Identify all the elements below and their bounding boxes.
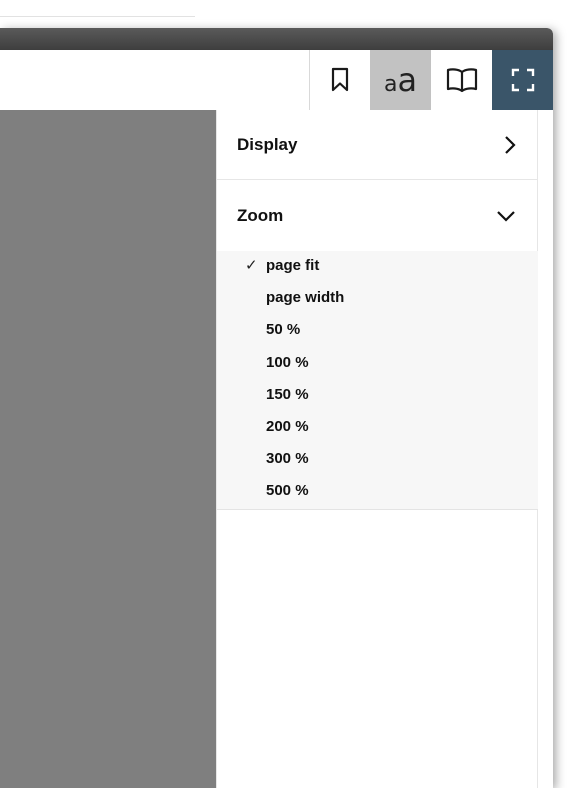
zoom-option-label: 500 % xyxy=(266,482,309,500)
display-section-header[interactable]: Display xyxy=(217,110,538,180)
zoom-section-header[interactable]: Zoom xyxy=(217,181,538,251)
checkmark-icon: ✓ xyxy=(245,257,258,274)
document-canvas[interactable] xyxy=(0,110,216,788)
bookmark-icon xyxy=(331,67,349,92)
zoom-option-page-fit[interactable]: ✓ page fit xyxy=(217,254,538,286)
book-open-icon xyxy=(446,68,477,93)
fullscreen-icon xyxy=(511,68,534,92)
table-of-contents-button[interactable] xyxy=(431,50,492,110)
panel-edge xyxy=(538,110,553,788)
zoom-option-label: page width xyxy=(266,289,345,307)
fullscreen-button[interactable] xyxy=(492,50,553,110)
zoom-option-label: 300 % xyxy=(266,450,309,468)
zoom-option-page-width[interactable]: page width xyxy=(217,286,538,318)
zoom-option-100[interactable]: 100 % xyxy=(217,351,538,383)
font-settings-button[interactable]: aa xyxy=(370,50,431,110)
zoom-option-label: 200 % xyxy=(266,417,309,435)
zoom-option-150[interactable]: 150 % xyxy=(217,383,538,415)
zoom-option-label: page fit xyxy=(266,257,320,274)
zoom-title: Zoom xyxy=(237,206,284,225)
zoom-option-300[interactable]: 300 % xyxy=(217,447,538,479)
display-title: Display xyxy=(237,134,298,154)
reader-toolbar: aa xyxy=(0,50,553,110)
zoom-options-list: ✓ page fit page width 50 % 100 % 150 % 2… xyxy=(217,251,538,510)
settings-panel: Display Zoom ✓ page fit page width 50 % xyxy=(216,110,538,788)
reader-window: aa Display Zoom ✓ page fit page width 50… xyxy=(0,28,553,788)
window-titlebar xyxy=(0,28,553,50)
zoom-option-200[interactable]: 200 % xyxy=(217,415,538,447)
zoom-option-label: 50 % xyxy=(266,321,301,339)
zoom-option-50[interactable]: 50 % xyxy=(217,318,538,350)
background-divider xyxy=(0,16,195,17)
zoom-option-label: 100 % xyxy=(266,353,309,371)
zoom-option-500[interactable]: 500 % xyxy=(217,479,538,511)
font-size-icon: aa xyxy=(383,61,418,99)
bookmark-button[interactable] xyxy=(309,50,370,110)
chevron-down-icon xyxy=(497,211,515,222)
zoom-option-label: 150 % xyxy=(266,385,309,403)
chevron-right-icon xyxy=(505,135,516,154)
